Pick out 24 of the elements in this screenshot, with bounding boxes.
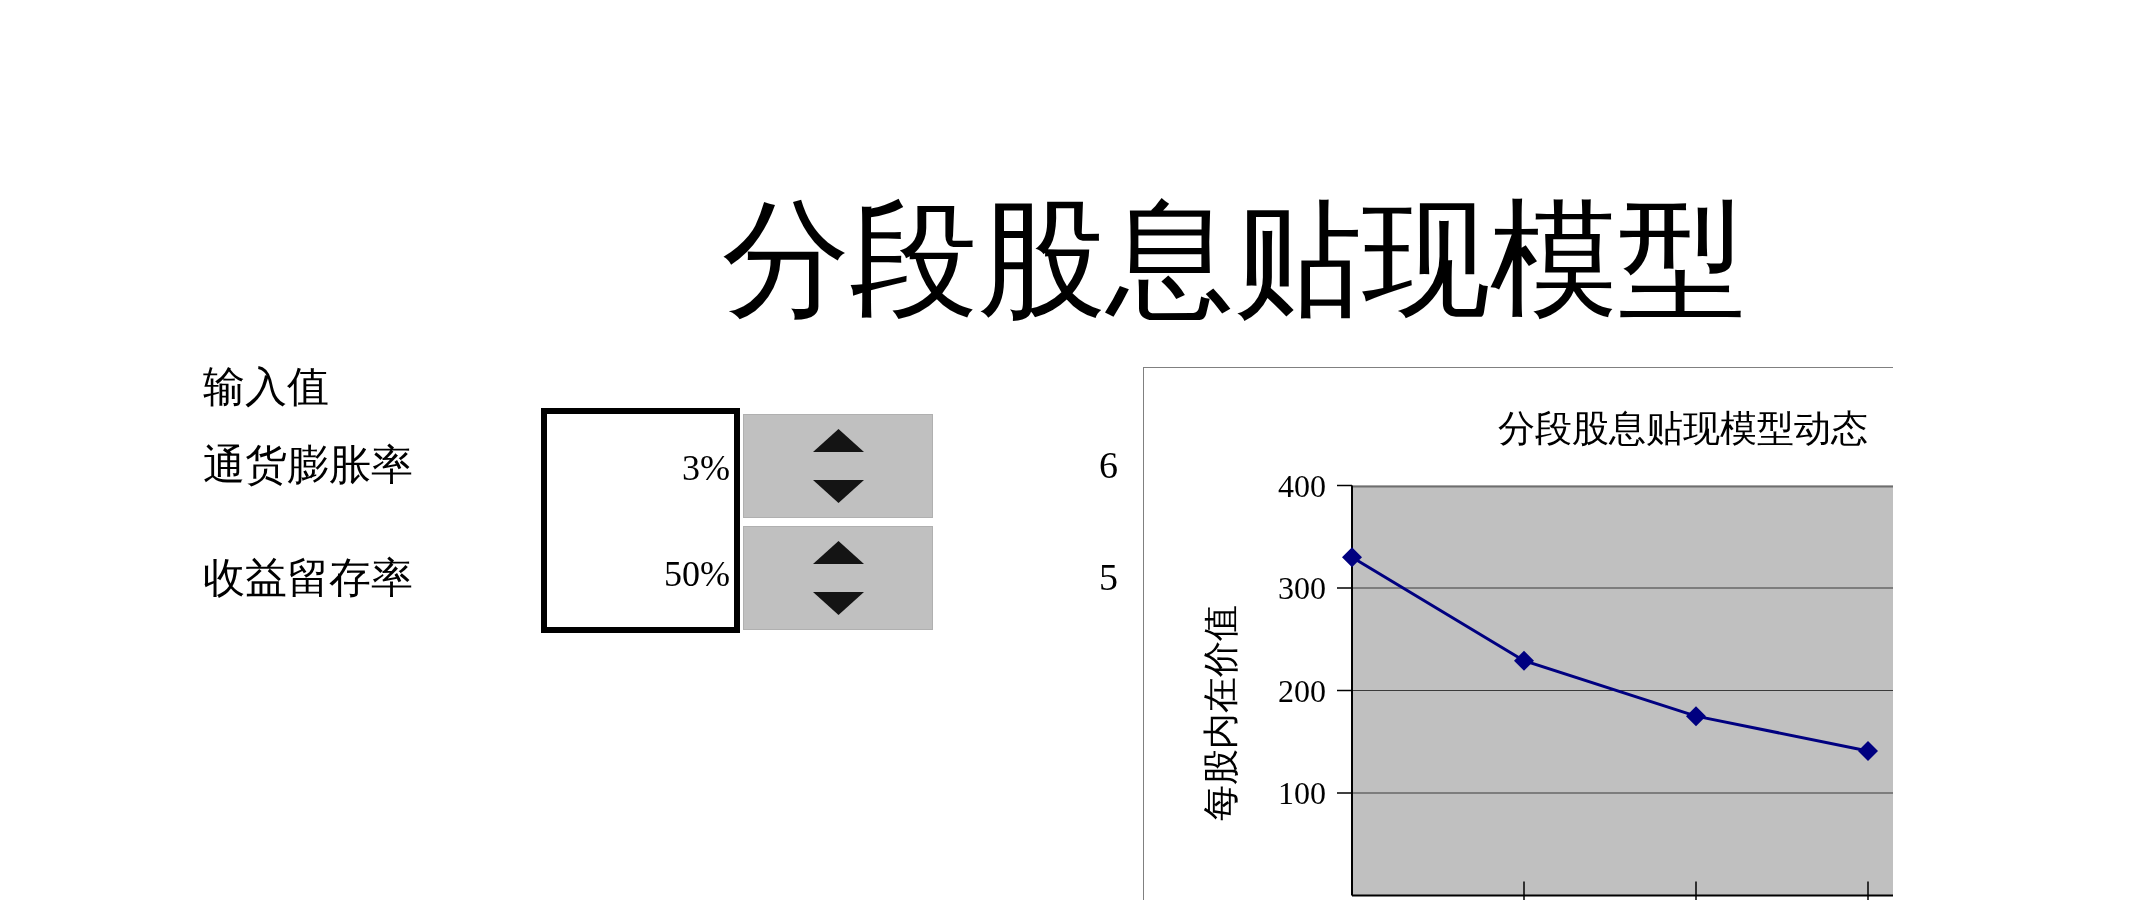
data-point — [1858, 741, 1878, 761]
up-triangle-icon — [812, 428, 864, 452]
rate-value: 50% — [664, 554, 731, 596]
section-heading: 输入值 — [203, 363, 330, 412]
y-tick-label: 400 — [1278, 467, 1326, 504]
rate-value: 3% — [682, 447, 731, 490]
down-triangle-icon — [812, 479, 864, 503]
y-tick-label: 200 — [1278, 672, 1326, 709]
down-triangle-icon — [812, 592, 864, 615]
data-point — [1514, 650, 1534, 671]
spinner[interactable] — [743, 413, 933, 518]
up-triangle-icon — [812, 541, 864, 564]
data-point — [1342, 547, 1362, 568]
axis-title: 每股内在价值 — [1201, 605, 1241, 821]
linked-value: 6 — [1099, 443, 1118, 488]
input-label: 通货膨胀率 — [203, 441, 414, 490]
data-point — [1686, 706, 1706, 727]
y-tick-label: 100 — [1278, 775, 1326, 811]
y-tick-label: 300 — [1278, 570, 1326, 606]
input-label: 收益留存率 — [203, 553, 414, 603]
page-title: 分段股息贴现模型 — [722, 196, 1746, 324]
linked-value: 5 — [1099, 556, 1118, 600]
spinner[interactable] — [743, 526, 933, 630]
chart-title: 分段股息贴现模型动态 — [1498, 408, 1868, 449]
